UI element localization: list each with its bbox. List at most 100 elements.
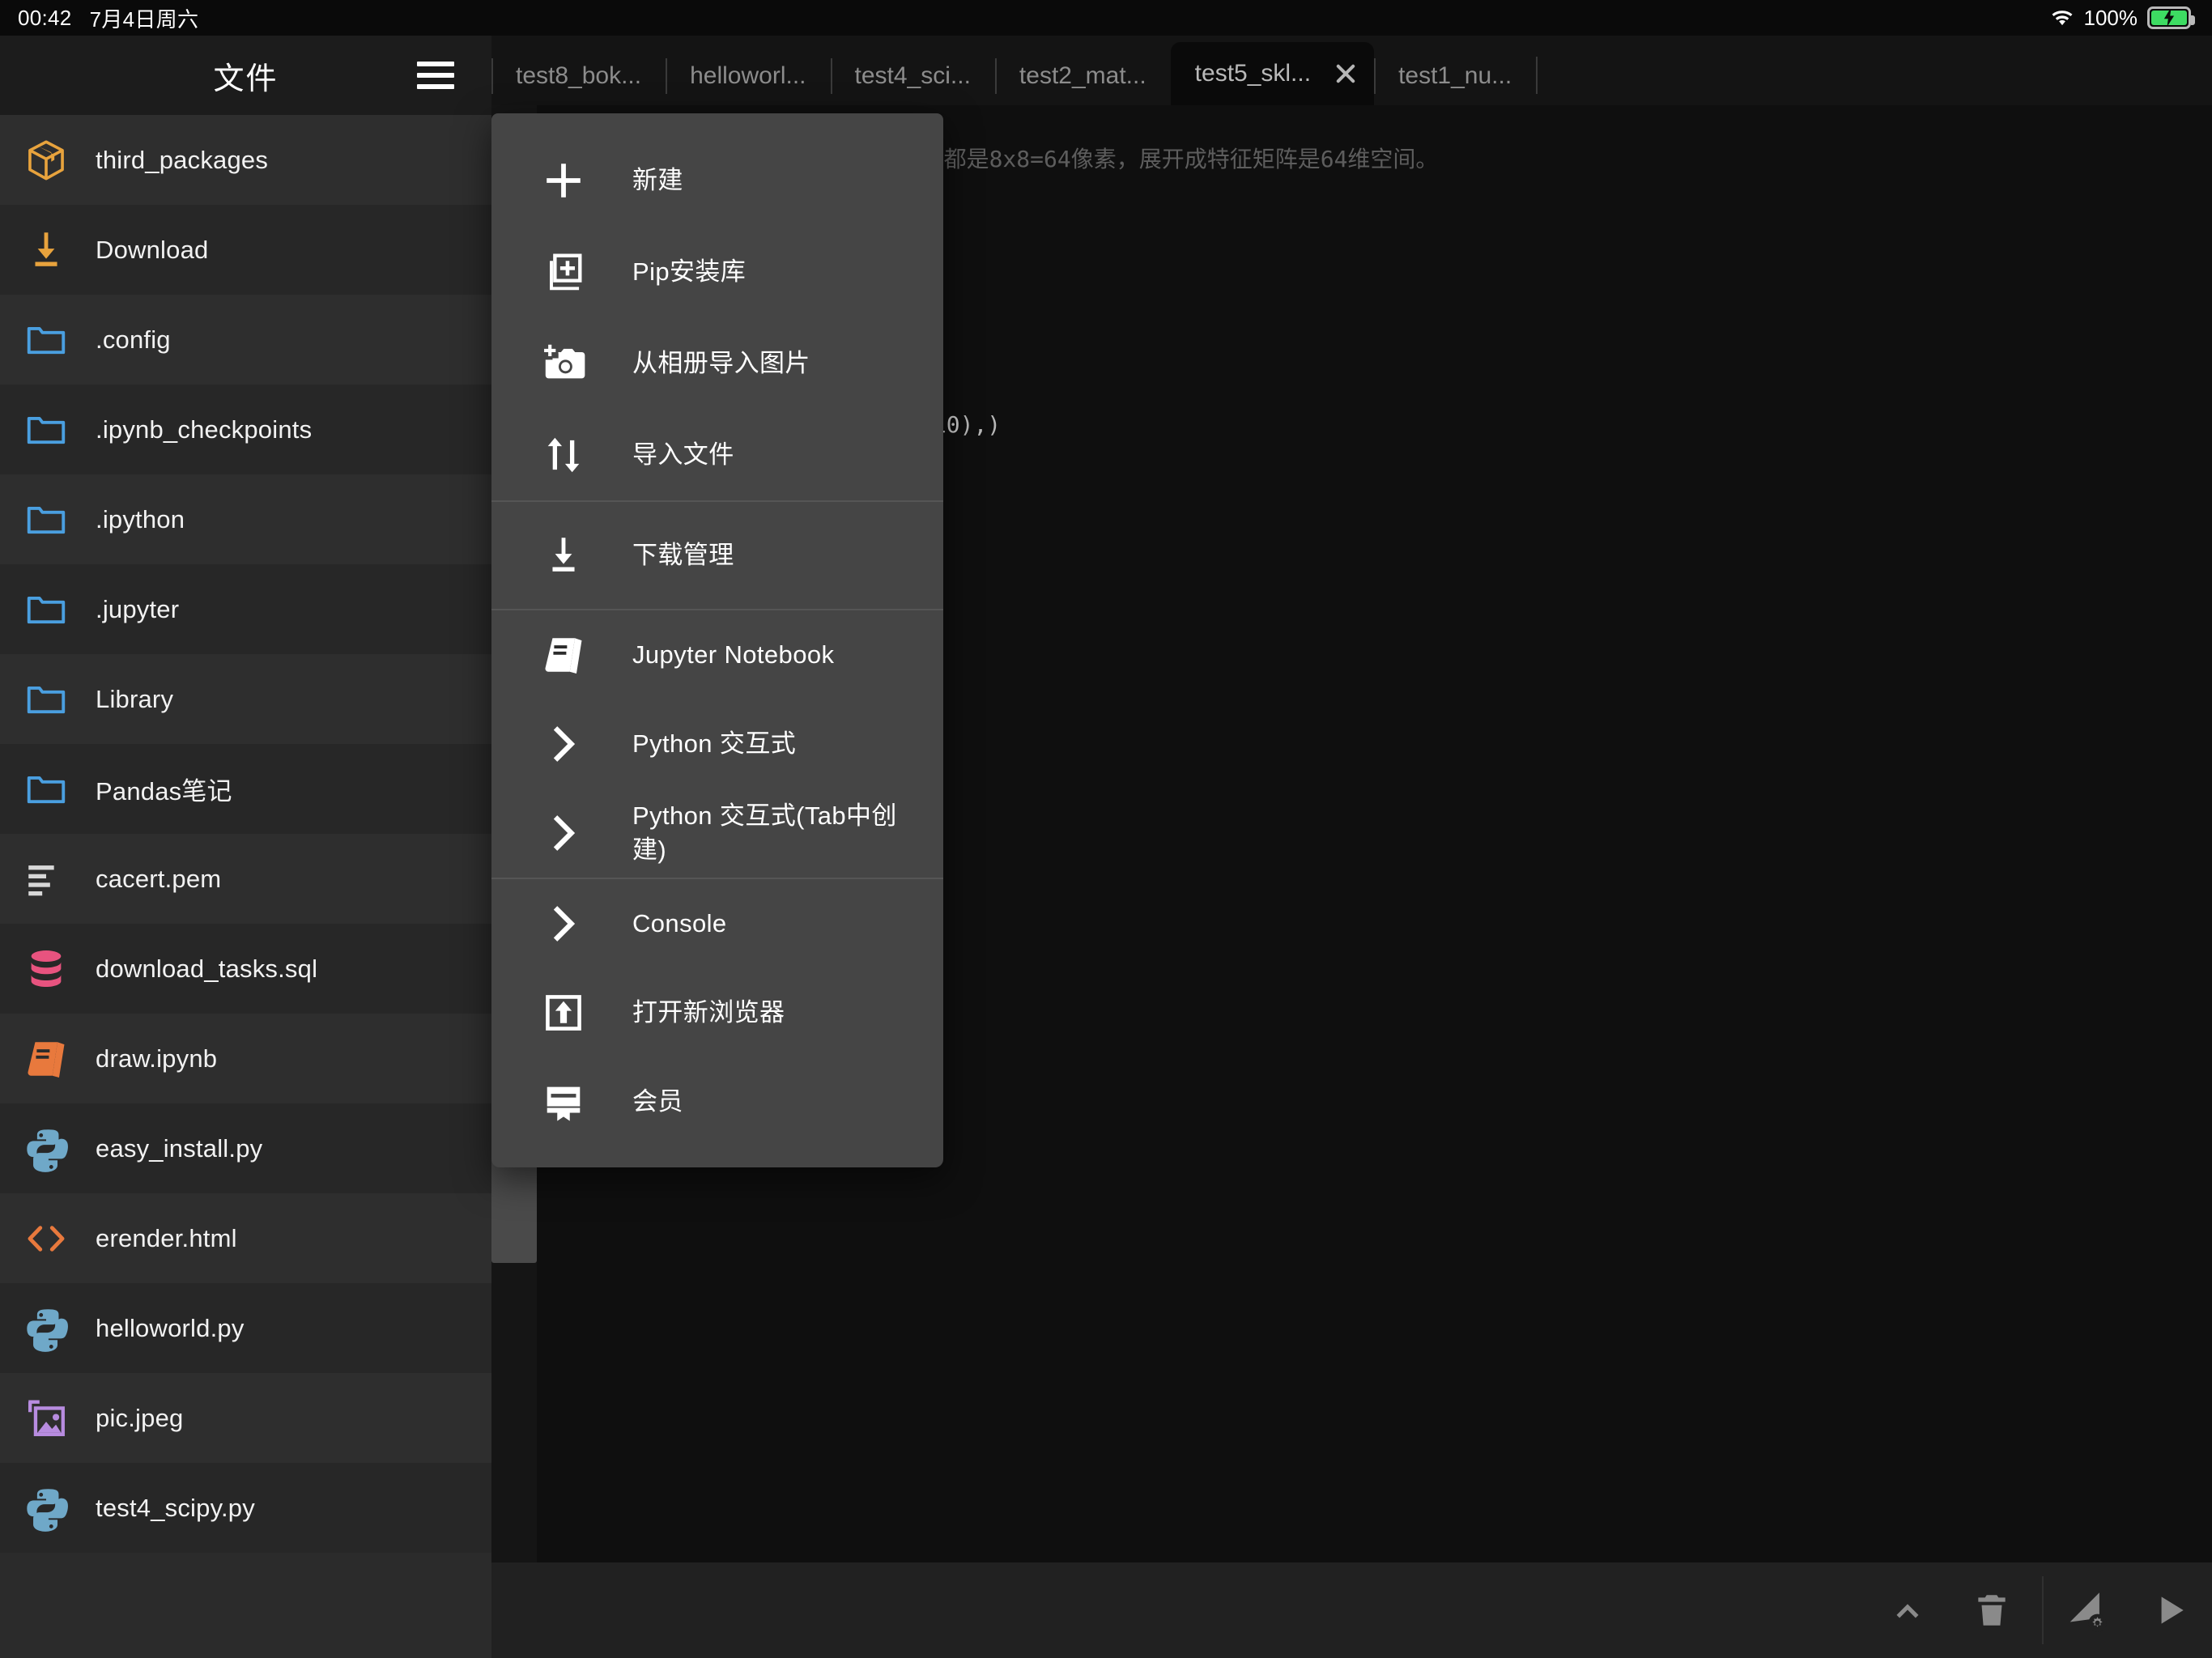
run-config-button[interactable] bbox=[2044, 1568, 2128, 1652]
file-list-item[interactable]: Library bbox=[0, 654, 491, 744]
collapse-keyboard-button[interactable] bbox=[1865, 1568, 1950, 1652]
status-bar-right: 100% bbox=[2050, 6, 2212, 31]
menu-item-label: 新建 bbox=[632, 164, 683, 198]
editor-tab[interactable]: test8_bok... bbox=[491, 47, 666, 105]
file-list-item[interactable]: test4_scipy.py bbox=[0, 1463, 491, 1553]
menu-item[interactable]: Python 交互式 bbox=[491, 699, 943, 789]
folder-icon bbox=[19, 763, 73, 816]
file-list-item[interactable]: cacert.pem bbox=[0, 834, 491, 924]
file-name-label: cacert.pem bbox=[96, 865, 221, 894]
file-name-label: download_tasks.sql bbox=[96, 954, 317, 984]
file-list-item[interactable]: Download bbox=[0, 205, 491, 295]
file-list-item[interactable]: helloworld.py bbox=[0, 1283, 491, 1373]
hamburger-icon[interactable] bbox=[417, 62, 454, 89]
file-list-item[interactable]: third_packages bbox=[0, 115, 491, 205]
file-list-item[interactable]: download_tasks.sql bbox=[0, 924, 491, 1014]
menu-group: Jupyter Notebook Python 交互式 Python 交互式(Tab… bbox=[491, 609, 943, 878]
import-export-icon bbox=[540, 432, 587, 478]
file-list-item[interactable]: draw.ipynb bbox=[0, 1014, 491, 1103]
file-name-label: .ipynb_checkpoints bbox=[96, 415, 312, 444]
file-list-item[interactable]: .ipynb_checkpoints bbox=[0, 385, 491, 474]
date-label: 7月4日周六 bbox=[90, 3, 199, 33]
menu-item-label: 会员 bbox=[632, 1085, 683, 1119]
menu-item[interactable]: 导入文件 bbox=[491, 409, 943, 500]
tab-divider bbox=[666, 58, 667, 94]
editor-tab[interactable]: test4_sci... bbox=[831, 47, 995, 105]
package-icon bbox=[19, 134, 73, 187]
code-icon bbox=[19, 1212, 73, 1265]
file-name-label: third_packages bbox=[96, 146, 268, 175]
menu-group: Console 打开新浏览器会员 bbox=[491, 878, 943, 1146]
tab-divider bbox=[1536, 57, 1538, 94]
file-list-empty-space bbox=[0, 1553, 491, 1658]
download-icon bbox=[540, 532, 587, 579]
file-name-label: easy_install.py bbox=[96, 1134, 262, 1163]
page-title: 文件 bbox=[213, 53, 278, 98]
code-token: ),) bbox=[960, 411, 1002, 438]
file-list-item[interactable]: .ipython bbox=[0, 474, 491, 564]
editor-tab-bar[interactable]: test8_bok... helloworl... test4_sci... test… bbox=[491, 36, 2212, 105]
menu-item-label: Python 交互式 bbox=[632, 727, 796, 761]
editor-tab-active[interactable]: test5_skl... bbox=[1171, 42, 1374, 105]
open-in-new-icon bbox=[540, 989, 587, 1036]
folder-icon bbox=[19, 403, 73, 457]
file-list-item[interactable]: .jupyter bbox=[0, 564, 491, 654]
file-name-label: Library bbox=[96, 685, 173, 714]
menu-item-label: 打开新浏览器 bbox=[632, 996, 785, 1030]
database-icon bbox=[19, 942, 73, 996]
menu-item[interactable]: 会员 bbox=[491, 1057, 943, 1146]
python-icon bbox=[19, 1122, 73, 1175]
menu-item-label: 下载管理 bbox=[632, 538, 734, 572]
menu-item-label: Jupyter Notebook bbox=[632, 638, 834, 672]
file-list[interactable]: third_packages Download .config .ipynb_chec… bbox=[0, 115, 491, 1658]
tab-label: helloworl... bbox=[690, 62, 806, 90]
menu-item[interactable]: 下载管理 bbox=[491, 510, 943, 601]
menu-item-label: 从相册导入图片 bbox=[632, 346, 810, 380]
file-name-label: .ipython bbox=[96, 505, 185, 534]
folder-icon bbox=[19, 313, 73, 367]
run-button[interactable] bbox=[2128, 1568, 2212, 1652]
menu-item[interactable]: 从相册导入图片 bbox=[491, 317, 943, 409]
menu-item[interactable]: 新建 bbox=[491, 134, 943, 226]
file-name-label: Pandas笔记 bbox=[96, 771, 232, 807]
chevron-right-icon bbox=[540, 721, 587, 767]
sidebar-header: 文件 bbox=[0, 36, 491, 115]
status-bar: 00:42 7月4日周六 100% bbox=[0, 0, 2212, 36]
file-list-item[interactable]: .config bbox=[0, 295, 491, 385]
menu-item-label: Python 交互式(Tab中创建) bbox=[632, 799, 900, 867]
editor-tab[interactable]: test1_nu... bbox=[1374, 47, 1536, 105]
menu-item[interactable]: Jupyter Notebook bbox=[491, 610, 943, 699]
tab-divider bbox=[831, 58, 832, 94]
menu-item-label: 导入文件 bbox=[632, 438, 734, 472]
menu-item[interactable]: 打开新浏览器 bbox=[491, 968, 943, 1057]
menu-item-label: Pip安装库 bbox=[632, 255, 746, 289]
file-name-label: Download bbox=[96, 236, 208, 265]
close-icon[interactable] bbox=[1332, 60, 1359, 87]
tab-label: test2_mat... bbox=[1019, 62, 1146, 90]
menu-group: 新建 Pip安装库从相册导入图片导入文件 bbox=[491, 134, 943, 500]
file-list-item[interactable]: easy_install.py bbox=[0, 1103, 491, 1193]
chevron-right-icon bbox=[540, 900, 587, 947]
tab-label: test1_nu... bbox=[1398, 62, 1512, 90]
file-browser-sidebar: 文件 third_packages Download .config .ipynb_c… bbox=[0, 36, 491, 1658]
delete-button[interactable] bbox=[1950, 1568, 2034, 1652]
notebook-icon bbox=[540, 631, 587, 678]
file-list-item[interactable]: erender.html bbox=[0, 1193, 491, 1283]
library-add-icon bbox=[540, 249, 587, 295]
menu-item[interactable]: Console bbox=[491, 879, 943, 968]
editor-tab[interactable]: test2_mat... bbox=[995, 47, 1171, 105]
image-icon bbox=[19, 1392, 73, 1445]
new-item-dropdown-menu[interactable]: 新建 Pip安装库从相册导入图片导入文件下载管理 Jupyter Notebook P… bbox=[491, 113, 943, 1167]
folder-icon bbox=[19, 583, 73, 636]
menu-item[interactable]: Python 交互式(Tab中创建) bbox=[491, 789, 943, 878]
tab-divider bbox=[995, 58, 997, 94]
file-list-item[interactable]: pic.jpeg bbox=[0, 1373, 491, 1463]
folder-icon bbox=[19, 493, 73, 546]
menu-item-label: Console bbox=[632, 907, 727, 941]
menu-item[interactable]: Pip安装库 bbox=[491, 226, 943, 317]
file-list-item[interactable]: Pandas笔记 bbox=[0, 744, 491, 834]
editor-tab[interactable]: helloworl... bbox=[666, 47, 830, 105]
python-icon bbox=[19, 1302, 73, 1355]
tab-label: test8_bok... bbox=[516, 62, 641, 90]
tab-label: test4_sci... bbox=[855, 62, 971, 90]
